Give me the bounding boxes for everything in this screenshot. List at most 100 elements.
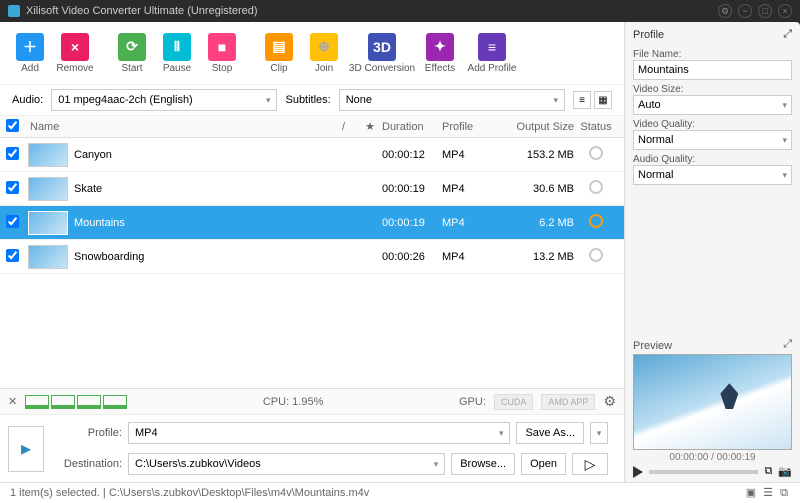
app-icon (8, 5, 20, 17)
row-duration: 00:00:12 (382, 149, 442, 161)
gear-icon[interactable]: ⚙ (603, 393, 616, 410)
file-name-label: File Name: (633, 49, 792, 60)
join-button[interactable]: ⊕Join (302, 26, 346, 80)
output-section: ▸ Profile: MP4▾ Save As... ▾ Destination… (0, 414, 624, 482)
col-duration[interactable]: Duration (382, 121, 442, 133)
cpu-label: CPU: 1.95% (135, 396, 451, 408)
gpu-cuda[interactable]: CUDA (494, 394, 534, 410)
maximize-icon[interactable]: □ (758, 4, 772, 18)
file-name-input[interactable]: Mountains (633, 60, 792, 80)
thumbnail (28, 143, 68, 167)
row-output-size: 30.6 MB (502, 183, 574, 195)
clip-button[interactable]: ▤Clip (257, 26, 301, 80)
audio-quality-dropdown[interactable]: Normal▾ (633, 165, 792, 185)
file-table: Canyon00:00:12MP4153.2 MBSkate00:00:19MP… (0, 138, 624, 388)
row-profile: MP4 (442, 217, 502, 229)
thumbnail (28, 177, 68, 201)
audio-label: Audio: (12, 94, 43, 106)
stop-button[interactable]: ■Stop (200, 26, 244, 80)
select-all-checkbox[interactable] (6, 119, 19, 132)
preview-image (633, 354, 792, 450)
col-status[interactable]: Status (574, 121, 618, 133)
chevron-down-icon: ▾ (266, 95, 271, 106)
play-button[interactable] (633, 466, 643, 478)
row-name: Mountains (74, 217, 382, 229)
preview-expand-icon[interactable]: ⤢ (783, 338, 792, 351)
profile-label: Profile: (58, 427, 122, 439)
output-format-icon[interactable]: ▸ (8, 426, 44, 472)
snapshot-icon[interactable]: 📷 (778, 465, 792, 478)
table-header: Name / ★ Duration Profile Output Size St… (0, 116, 624, 138)
clock-icon (589, 248, 603, 262)
subtitles-dropdown[interactable]: None▾ (339, 89, 565, 111)
open-button[interactable]: Open (521, 453, 566, 475)
destination-label: Destination: (58, 458, 122, 470)
table-row[interactable]: Skate00:00:19MP430.6 MB (0, 172, 624, 206)
row-checkbox[interactable] (6, 181, 19, 194)
add-profile-button[interactable]: ≡Add Profile (463, 26, 521, 80)
gpu-label: GPU: (459, 396, 486, 408)
video-size-label: Video Size: (633, 84, 792, 95)
close-sys-icon[interactable]: ✕ (8, 395, 17, 408)
clock-icon (589, 214, 603, 228)
settings-icon[interactable]: ⚙ (718, 4, 732, 18)
row-duration: 00:00:19 (382, 217, 442, 229)
save-as-menu[interactable]: ▾ (590, 422, 608, 444)
row-output-size: 13.2 MB (502, 251, 574, 263)
col-profile[interactable]: Profile (442, 121, 502, 133)
row-checkbox[interactable] (6, 249, 19, 262)
3d-conversion-button[interactable]: 3D3D Conversion (347, 26, 417, 80)
row-duration: 00:00:26 (382, 251, 442, 263)
col-output-size[interactable]: Output Size (502, 121, 574, 133)
video-quality-dropdown[interactable]: Normal▾ (633, 130, 792, 150)
cpu-bars (25, 395, 127, 409)
col-star[interactable]: ★ (358, 120, 382, 133)
pause-button[interactable]: ⅡPause (155, 26, 199, 80)
row-name: Canyon (74, 149, 382, 161)
clock-icon (589, 146, 603, 160)
statusbar-text: 1 item(s) selected. | C:\Users\s.zubkov\… (10, 487, 369, 499)
status-icon-1[interactable]: ▣ (746, 487, 756, 499)
profile-dropdown[interactable]: MP4▾ (128, 422, 510, 444)
row-checkbox[interactable] (6, 215, 19, 228)
status-icon-3[interactable]: ⧉ (780, 487, 788, 499)
profile-panel-title: Profile (633, 29, 664, 41)
prev-frame-icon[interactable]: ⧉ (764, 465, 772, 478)
add-button[interactable]: ＋Add (8, 26, 52, 80)
remove-button[interactable]: ×Remove (53, 26, 97, 80)
system-row: ✕ CPU: 1.95% GPU: CUDA AMD APP ⚙ (0, 388, 624, 414)
status-icon-2[interactable]: ☰ (763, 487, 773, 499)
expand-icon[interactable]: ⤢ (783, 28, 792, 41)
minimize-icon[interactable]: − (738, 4, 752, 18)
preview-time: 00:00:00 / 00:00:19 (633, 452, 792, 463)
table-row[interactable]: Canyon00:00:12MP4153.2 MB (0, 138, 624, 172)
list-view-button[interactable]: ≡ (573, 91, 591, 109)
convert-button[interactable]: ▷ (572, 453, 608, 475)
seek-slider[interactable] (649, 470, 758, 474)
grid-view-button[interactable]: ▦ (594, 91, 612, 109)
table-row[interactable]: Mountains00:00:19MP46.2 MB (0, 206, 624, 240)
video-quality-label: Video Quality: (633, 119, 792, 130)
start-button[interactable]: ⟳Start (110, 26, 154, 80)
browse-button[interactable]: Browse... (451, 453, 515, 475)
col-name[interactable]: Name (26, 121, 342, 133)
row-name: Snowboarding (74, 251, 382, 263)
gpu-amd[interactable]: AMD APP (541, 394, 595, 410)
table-row[interactable]: Snowboarding00:00:26MP413.2 MB (0, 240, 624, 274)
thumbnail (28, 211, 68, 235)
destination-input[interactable]: C:\Users\s.zubkov\Videos▾ (128, 453, 445, 475)
row-duration: 00:00:19 (382, 183, 442, 195)
thumbnail (28, 245, 68, 269)
statusbar: 1 item(s) selected. | C:\Users\s.zubkov\… (0, 482, 800, 503)
row-checkbox[interactable] (6, 147, 19, 160)
save-as-button[interactable]: Save As... (516, 422, 584, 444)
preview-title: Preview (633, 340, 672, 352)
audio-quality-label: Audio Quality: (633, 154, 792, 165)
effects-button[interactable]: ✦Effects (418, 26, 462, 80)
video-size-dropdown[interactable]: Auto▾ (633, 95, 792, 115)
chevron-down-icon: ▾ (553, 95, 558, 106)
toolbar: ＋Add ×Remove ⟳Start ⅡPause ■Stop ▤Clip ⊕… (0, 22, 624, 85)
close-icon[interactable]: × (778, 4, 792, 18)
row-profile: MP4 (442, 251, 502, 263)
audio-dropdown[interactable]: 01 mpeg4aac-2ch (English)▾ (51, 89, 277, 111)
